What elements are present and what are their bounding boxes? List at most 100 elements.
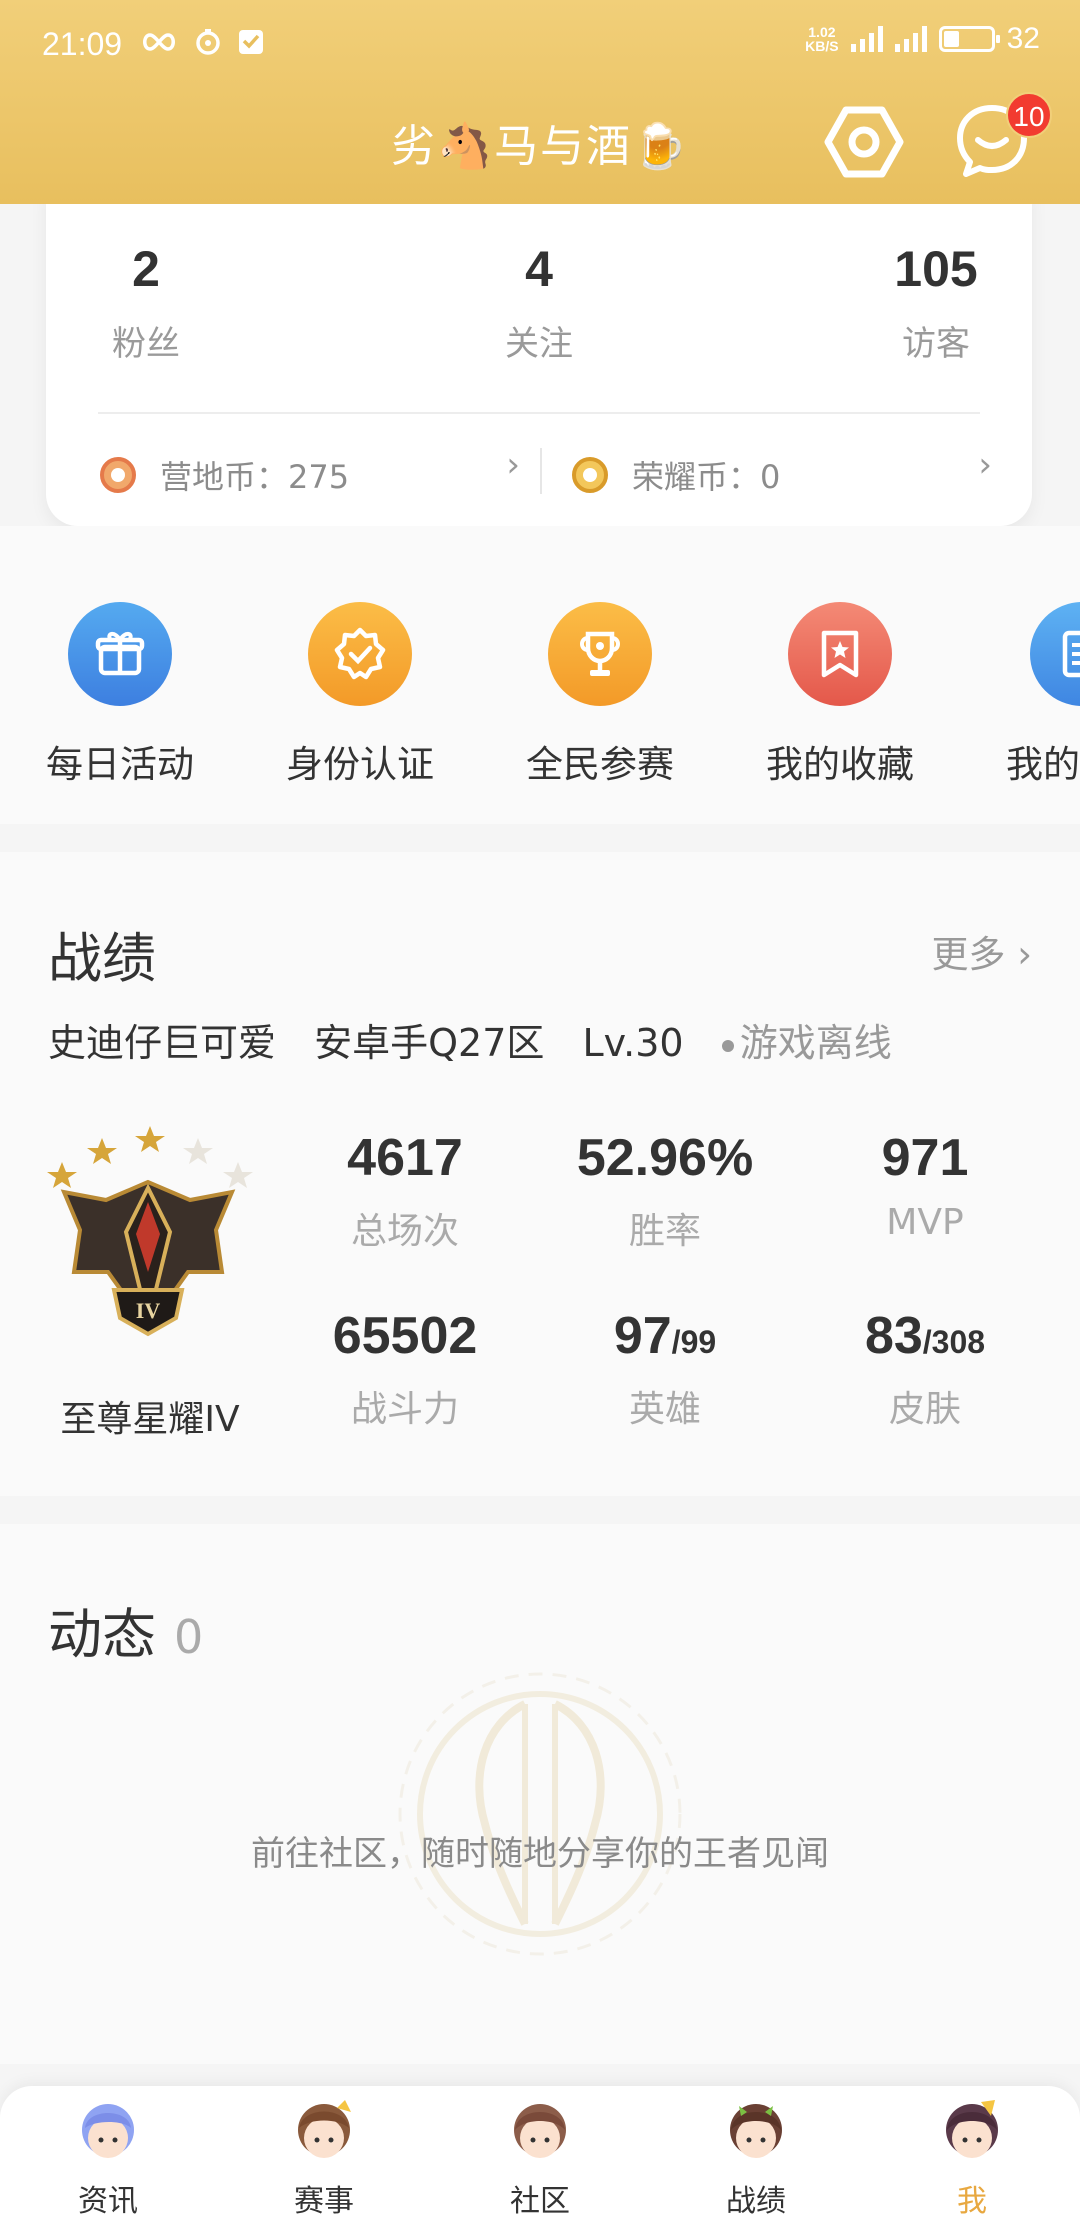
honor-coin-text: 荣耀币：0 [632, 458, 781, 496]
heroes-label: 英雄 [628, 1389, 701, 1430]
quick-favorites[interactable]: 我的收藏 [740, 602, 940, 788]
nav-item-events[interactable]: 赛事 [216, 2086, 432, 2232]
rank-emblem-icon[interactable]: IV [44, 1122, 254, 1352]
skins-label: 皮肤 [888, 1389, 961, 1430]
nav-item-record[interactable]: 战绩 [648, 2086, 864, 2232]
events-avatar-icon [298, 2100, 351, 2158]
quick-label: 身份认证 [286, 743, 434, 786]
quick-label: 全民参赛 [526, 743, 674, 786]
record-more-link[interactable]: 更多 › [931, 924, 1032, 978]
nav-item-news[interactable]: 资讯 [0, 2086, 216, 2232]
camp-coin-icon [100, 457, 136, 493]
nav-label: 赛事 [294, 2184, 354, 2219]
quick-label: 我的收藏 [766, 743, 914, 786]
feed-section: 动态 0 前往社区，随时随地分享你的王者见闻 [0, 1524, 1080, 2064]
visitors-stat[interactable]: 105 访客 [836, 240, 1036, 365]
honor-coin-row[interactable]: 荣耀币：0 › [572, 445, 992, 505]
skins-total: /308 [922, 1324, 986, 1360]
skins-stat[interactable]: 83/308 皮肤 [825, 1306, 1025, 1432]
nav-item-community[interactable]: 社区 [432, 2086, 648, 2232]
document-icon [1030, 602, 1080, 706]
profile-stats-card: 2 粉丝 4 关注 105 访客 营地币：275 › 荣耀币：0 › [46, 190, 1032, 526]
skins-value: 83/308 [864, 1307, 986, 1365]
follow-label: 关注 [505, 324, 573, 364]
player-server: 安卓手Q27区 [314, 1021, 545, 1065]
signal-1-icon [850, 26, 883, 52]
feed-title: 动态 [48, 1603, 156, 1666]
fans-count: 2 [132, 241, 160, 297]
gift-icon [68, 602, 172, 706]
mvp-label: MVP [886, 1202, 964, 1243]
player-name: 史迪仔巨可爱 [48, 1021, 277, 1065]
quick-identity-verify[interactable]: 身份认证 [260, 602, 460, 788]
mvp-stat: 971 MVP [825, 1128, 1025, 1243]
feed-empty-text[interactable]: 前往社区，随时随地分享你的王者见闻 [0, 1826, 1080, 1875]
follow-stat[interactable]: 4 关注 [439, 240, 639, 365]
total-games-label: 总场次 [350, 1211, 459, 1252]
player-info-line: 史迪仔巨可爱 安卓手Q27区 Lv.30 游戏离线 [48, 1012, 918, 1067]
bottom-nav: 资讯 赛事 社区 战绩 我 [0, 2086, 1080, 2232]
camp-coin-text: 营地币：275 [160, 458, 350, 496]
community-avatar-icon [514, 2104, 566, 2158]
quick-daily-activity[interactable]: 每日活动 [20, 602, 220, 788]
net-speed: 1.02 KB/S [805, 24, 839, 54]
power-value: 65502 [332, 1307, 478, 1365]
nav-label: 资讯 [78, 2184, 138, 2219]
profile-page: 21:09 1.02 KB/S 32 劣🐴马与酒🍺 10 2 粉丝 4 关注 1… [0, 0, 1080, 2232]
svg-text:IV: IV [136, 1298, 161, 1323]
visitors-count: 105 [894, 241, 978, 297]
honor-coin-chevron-icon: › [978, 445, 992, 485]
signal-2-icon [894, 26, 927, 52]
me-avatar-icon [946, 2100, 998, 2158]
feed-title-row: 动态 0 [48, 1590, 203, 1669]
card-divider [98, 412, 980, 414]
news-avatar-icon [82, 2104, 134, 2158]
quick-label: 我的 [1006, 743, 1080, 786]
timer-icon [196, 29, 220, 55]
total-games-stat: 4617 总场次 [305, 1128, 505, 1254]
empty-watermark-icon [398, 1672, 682, 1956]
record-avatar-icon [730, 2104, 782, 2158]
offline-dot-icon [721, 1039, 734, 1052]
player-level: Lv.30 [582, 1021, 684, 1065]
trophy-icon [548, 602, 652, 706]
fans-label: 粉丝 [112, 324, 180, 364]
camp-coin-chevron-icon: › [506, 445, 520, 485]
record-title: 战绩 [48, 927, 156, 990]
status-time: 21:09 [42, 26, 123, 62]
verified-badge-icon [308, 602, 412, 706]
battery-icon [938, 26, 1000, 52]
power-label: 战斗力 [350, 1389, 459, 1430]
bookmark-star-icon [788, 602, 892, 706]
settings-hex-icon[interactable] [824, 102, 904, 182]
coin-separator [540, 448, 542, 494]
nav-label: 我 [957, 2184, 987, 2219]
power-stat: 65502 战斗力 [305, 1306, 505, 1432]
win-rate-stat: 52.96% 胜率 [565, 1128, 765, 1254]
battle-record-card: 战绩 更多 › 史迪仔巨可爱 安卓手Q27区 Lv.30 游戏离线 IV 至尊星… [0, 852, 1080, 1496]
status-bar: 21:09 1.02 KB/S 32 [0, 0, 1080, 90]
quick-tournament[interactable]: 全民参赛 [500, 602, 700, 788]
top-header: 21:09 1.02 KB/S 32 劣🐴马与酒🍺 10 [0, 0, 1080, 204]
quick-entries: 每日活动 身份认证 全民参赛 我的收藏 我的 [0, 526, 1080, 824]
follow-count: 4 [525, 241, 553, 297]
message-badge: 10 [1006, 92, 1052, 138]
feed-count: 0 [174, 1610, 204, 1664]
mail-check-icon [239, 30, 263, 54]
total-games-value: 4617 [347, 1129, 463, 1187]
visitors-label: 访客 [902, 324, 970, 364]
mvp-value: 971 [881, 1129, 969, 1187]
win-rate-label: 胜率 [628, 1211, 701, 1252]
win-rate-value: 52.96% [576, 1129, 754, 1187]
quick-my-more[interactable]: 我的 [980, 602, 1080, 788]
status-left-icons [140, 28, 264, 56]
nav-item-me[interactable]: 我 [864, 2086, 1080, 2232]
nav-label: 战绩 [726, 2184, 786, 2219]
status-right: 1.02 KB/S 32 [805, 22, 1040, 56]
nav-label: 社区 [510, 2184, 570, 2219]
fans-stat[interactable]: 2 粉丝 [46, 240, 246, 365]
quick-label: 每日活动 [46, 743, 194, 786]
heroes-stat[interactable]: 97/99 英雄 [565, 1306, 765, 1432]
page-title: 劣🐴马与酒🍺 [391, 121, 689, 172]
camp-coin-row[interactable]: 营地币：275 › [100, 445, 520, 505]
